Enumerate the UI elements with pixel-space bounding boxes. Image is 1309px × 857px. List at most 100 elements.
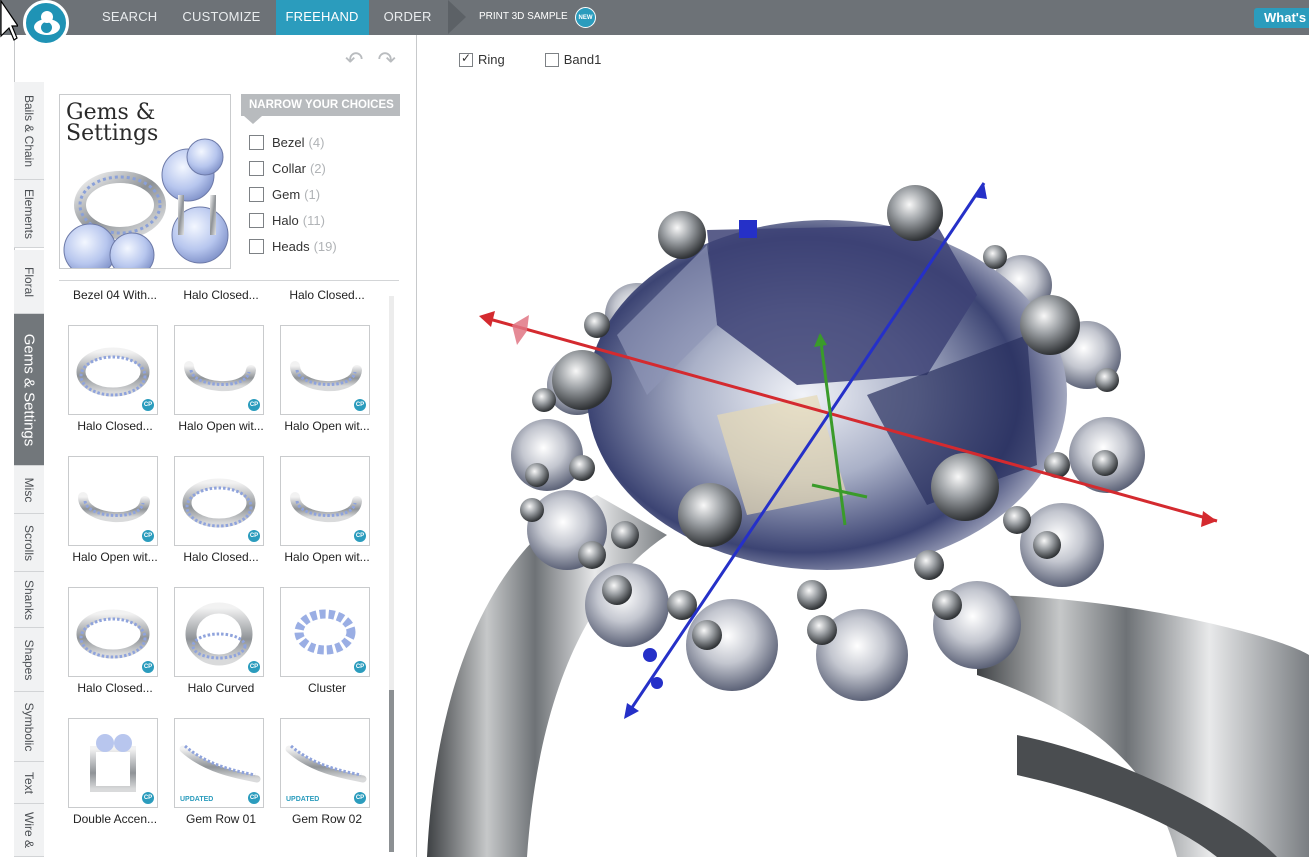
- tile-thumbnail[interactable]: CP: [280, 587, 370, 677]
- tile-label: Cluster: [307, 681, 346, 695]
- side-tab-label: Text: [22, 771, 36, 794]
- side-tab-label: Shanks: [22, 579, 36, 620]
- top-nav-bar: SEARCH CUSTOMIZE FREEHAND ORDER PRINT 3D SA…: [0, 0, 1309, 35]
- tile-thumbnail[interactable]: CP UPDATED: [280, 718, 370, 808]
- filter-checkbox[interactable]: [249, 134, 264, 150]
- filter-checkbox[interactable]: [249, 238, 264, 254]
- whats-new-button[interactable]: What's: [1254, 8, 1309, 28]
- cp-badge: CP: [248, 399, 260, 411]
- cp-badge: CP: [142, 661, 154, 673]
- side-tab-label: Bails & Chain: [22, 94, 36, 167]
- mouse-cursor-icon: [0, 0, 18, 41]
- filter-checkbox[interactable]: [249, 160, 264, 176]
- side-tab-bails-chain[interactable]: Bails & Chain: [14, 82, 44, 180]
- tile-label: Halo Open wit...: [284, 419, 370, 433]
- filter-checkbox[interactable]: [249, 212, 264, 228]
- filter-count: (4): [308, 134, 325, 150]
- tile-thumbnail[interactable]: CP: [68, 587, 158, 677]
- undo-icon[interactable]: ↶: [345, 49, 363, 71]
- 3d-viewport[interactable]: RingBand1: [417, 35, 1309, 857]
- tile-thumbnail[interactable]: CP: [174, 587, 264, 677]
- side-tab-label: Misc: [22, 477, 36, 502]
- side-tab-text[interactable]: Text: [14, 762, 44, 804]
- nav-order[interactable]: ORDER: [374, 0, 442, 35]
- tile-label: Gem Row 02: [291, 812, 363, 826]
- side-tab-label: Gems & Settings: [20, 333, 38, 446]
- tile-thumbnail[interactable]: CP: [68, 718, 158, 808]
- library-scrollbar-thumb[interactable]: [389, 690, 394, 852]
- filter-list: Bezel (4) Collar (2) Gem (1) Halo (11) Heads (19): [249, 129, 337, 259]
- side-tab-elements[interactable]: Elements: [14, 180, 44, 248]
- cp-badge: CP: [248, 792, 260, 804]
- filter-label: Heads: [272, 238, 310, 254]
- undo-redo-controls: ↶ ↷: [345, 49, 396, 71]
- tile-label: Halo Open wit...: [178, 419, 264, 433]
- category-side-tabs: Bails & Chain Elements Floral Gems & Settin…: [14, 82, 44, 857]
- updated-badge: UPDATED: [180, 796, 214, 803]
- tile-label[interactable]: Bezel 04 With...: [62, 288, 168, 302]
- print-3d-sample-link[interactable]: PRINT 3D SAMPLE: [479, 11, 568, 22]
- tile-thumbnail[interactable]: CP: [174, 325, 264, 415]
- side-tab-floral[interactable]: Floral: [14, 250, 44, 314]
- tile-thumbnail[interactable]: CP: [68, 456, 158, 546]
- redo-icon[interactable]: ↷: [377, 49, 395, 71]
- side-tab-misc[interactable]: Misc: [14, 466, 44, 514]
- cp-badge: CP: [142, 530, 154, 542]
- tile-label: Halo Curved: [187, 681, 255, 695]
- filter-heads[interactable]: Heads (19): [249, 233, 337, 259]
- updated-badge: UPDATED: [286, 796, 320, 803]
- filter-bezel[interactable]: Bezel (4): [249, 129, 337, 155]
- tile-thumbnail[interactable]: CP UPDATED: [174, 718, 264, 808]
- filter-count: (2): [309, 160, 326, 176]
- nav-arrow-divider: [448, 0, 466, 34]
- filter-collar[interactable]: Collar (2): [249, 155, 337, 181]
- side-tab-scrolls[interactable]: Scrolls: [14, 514, 44, 572]
- tile-label: Halo Open wit...: [284, 550, 370, 564]
- tile-label: Gem Row 01: [185, 812, 257, 826]
- filter-label: Bezel: [272, 134, 305, 150]
- tile-label: Halo Closed...: [183, 550, 259, 564]
- side-tab-label: Elements: [22, 188, 36, 239]
- tile-label: Halo Closed...: [77, 681, 153, 695]
- ring-3d-model[interactable]: [417, 35, 1309, 857]
- panel-divider: [59, 280, 399, 281]
- side-tab-label: Wire &: [22, 812, 36, 848]
- side-tab-wire[interactable]: Wire &: [14, 804, 44, 857]
- tile-thumbnail[interactable]: CP: [174, 456, 264, 546]
- tile-label[interactable]: Halo Closed...: [168, 288, 274, 302]
- tile-thumbnail[interactable]: CP: [68, 325, 158, 415]
- side-tab-label: Symbolic: [22, 702, 36, 751]
- side-tab-label: Shapes: [22, 639, 36, 680]
- filter-count: (1): [304, 186, 321, 202]
- filter-label: Gem: [272, 186, 301, 202]
- side-tab-shanks[interactable]: Shanks: [14, 572, 44, 628]
- cp-badge: CP: [354, 661, 366, 673]
- new-badge: NEW: [575, 7, 596, 28]
- nav-customize[interactable]: CUSTOMIZE: [172, 0, 270, 35]
- filter-gem[interactable]: Gem (1): [249, 181, 337, 207]
- logo-eye-pupil: [41, 22, 52, 33]
- narrow-header-pointer: [244, 116, 262, 124]
- cp-badge: CP: [142, 399, 154, 411]
- cp-badge: CP: [354, 399, 366, 411]
- main-nav: SEARCH CUSTOMIZE FREEHAND ORDER: [92, 0, 447, 35]
- tile-label: Double Accen...: [72, 812, 158, 826]
- cp-badge: CP: [248, 661, 260, 673]
- tile-thumbnail[interactable]: CP: [280, 325, 370, 415]
- cp-badge: CP: [354, 530, 366, 542]
- filter-label: Halo: [272, 212, 299, 228]
- app-logo[interactable]: [23, 0, 69, 46]
- logo-head-dot: [41, 11, 53, 23]
- filter-checkbox[interactable]: [249, 186, 264, 202]
- nav-freehand[interactable]: FREEHAND: [275, 0, 369, 35]
- tile-thumbnail[interactable]: CP: [280, 456, 370, 546]
- side-tab-shapes[interactable]: Shapes: [14, 628, 44, 692]
- side-tab-gems-settings[interactable]: Gems & Settings: [14, 314, 44, 466]
- side-tab-symbolic[interactable]: Symbolic: [14, 692, 44, 762]
- side-tab-label: Floral: [22, 266, 36, 297]
- cp-badge: CP: [248, 530, 260, 542]
- tile-label[interactable]: Halo Closed...: [274, 288, 380, 302]
- filter-halo[interactable]: Halo (11): [249, 207, 337, 233]
- tile-label: Halo Open wit...: [72, 550, 158, 564]
- nav-search[interactable]: SEARCH: [92, 0, 167, 35]
